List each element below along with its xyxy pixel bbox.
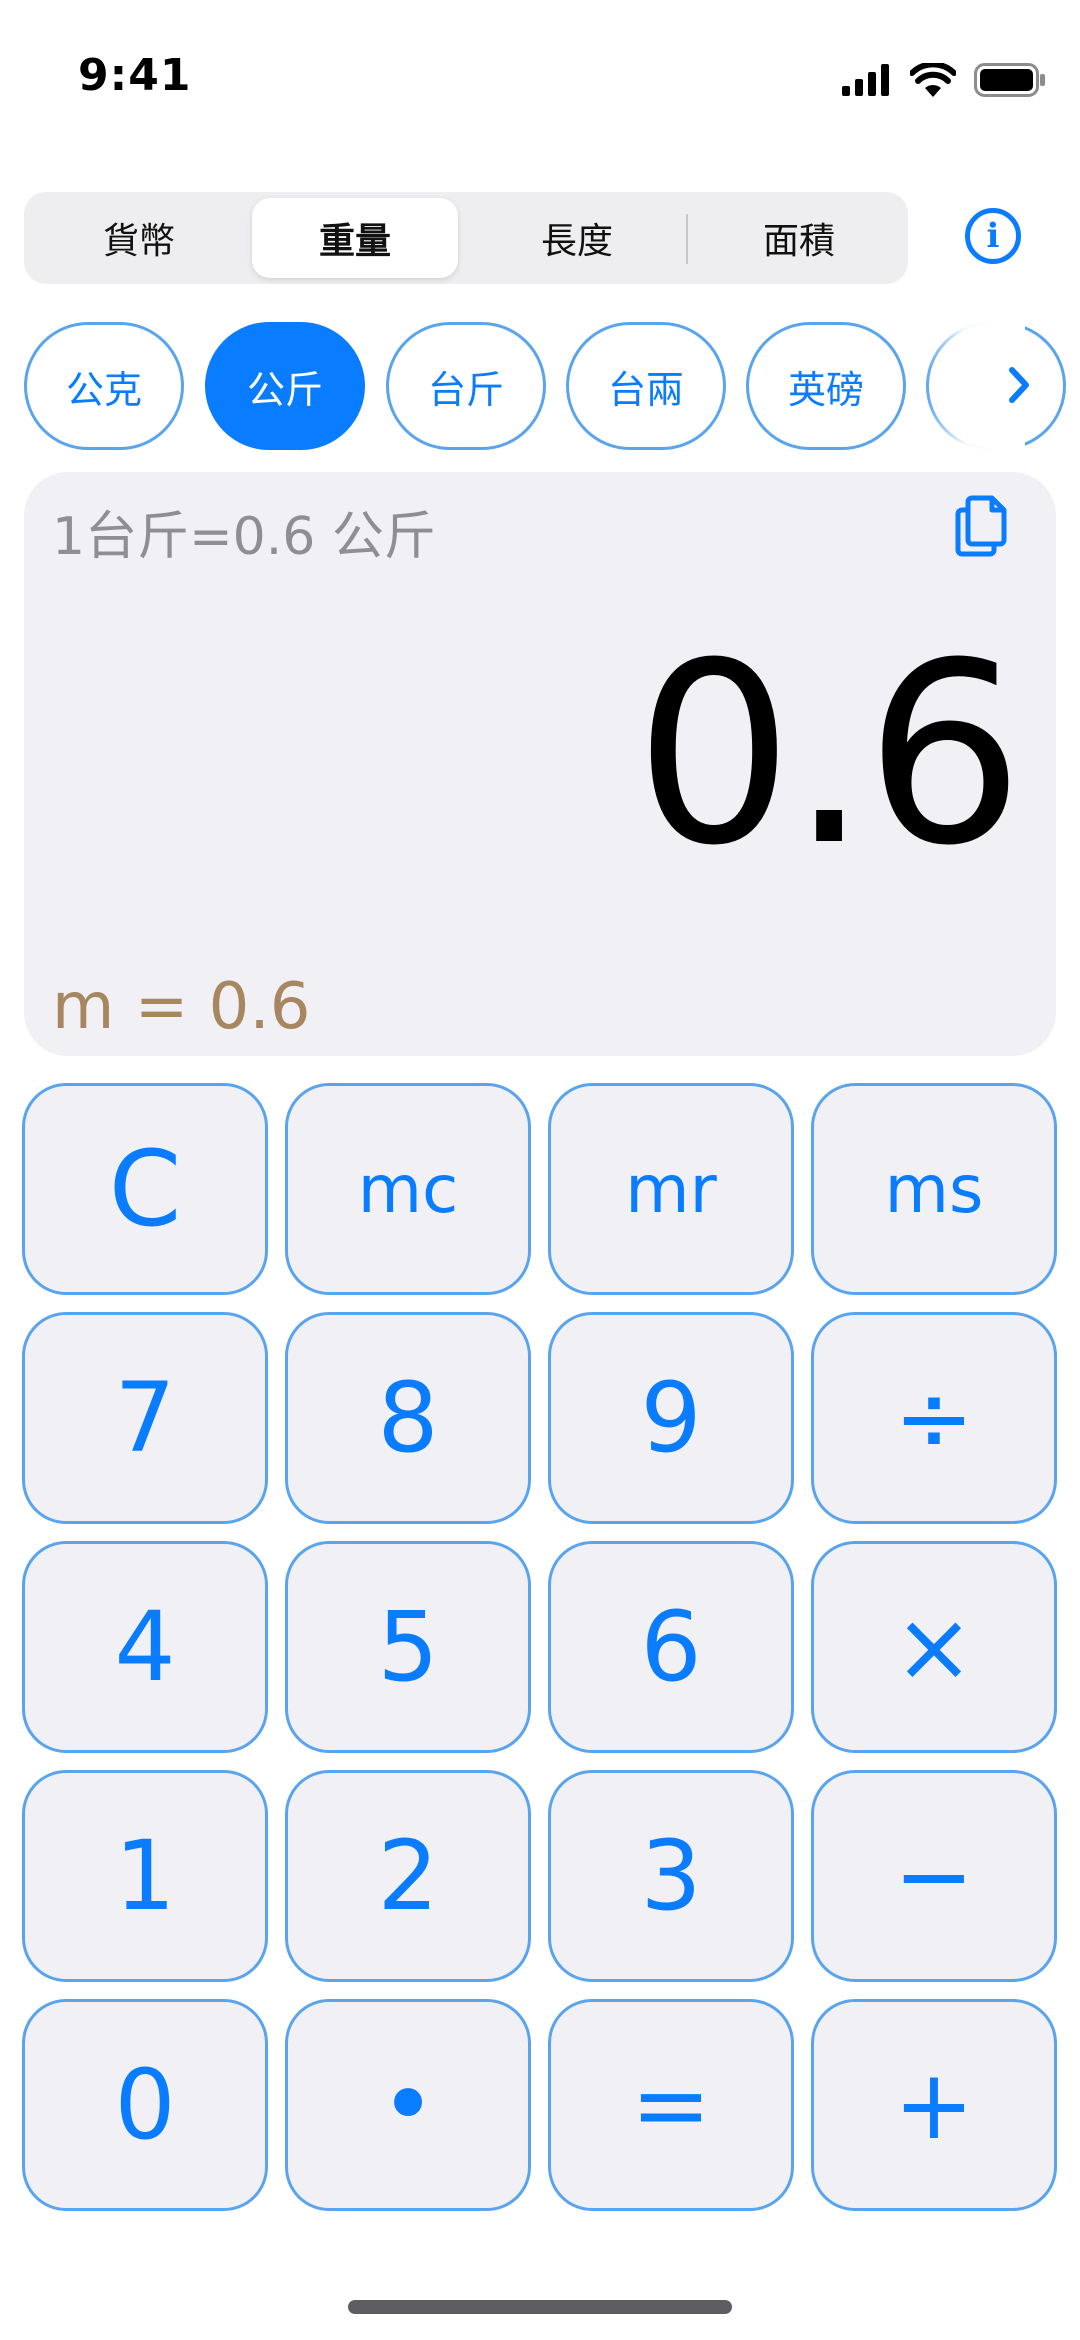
digit-7-button[interactable]: 7 xyxy=(22,1312,268,1524)
memory-value: m = 0.6 xyxy=(52,970,311,1044)
digit-1-button[interactable]: 1 xyxy=(22,1770,268,1982)
memory-store-button[interactable]: ms xyxy=(811,1083,1057,1295)
divide-button[interactable]: ÷ xyxy=(811,1312,1057,1524)
unit-chip-tael[interactable]: 台兩 xyxy=(566,322,726,450)
subtract-button[interactable]: − xyxy=(811,1770,1057,1982)
digit-9-button[interactable]: 9 xyxy=(548,1312,794,1524)
add-button[interactable]: + xyxy=(811,1999,1057,2211)
tab-currency[interactable]: 貨幣 xyxy=(36,198,242,278)
equals-button[interactable]: = xyxy=(548,1999,794,2211)
tab-area[interactable]: 面積 xyxy=(696,198,902,278)
digit-2-button[interactable]: 2 xyxy=(285,1770,531,1982)
wifi-icon xyxy=(910,63,956,97)
memory-clear-button[interactable]: mc xyxy=(285,1083,531,1295)
digit-5-button[interactable]: 5 xyxy=(285,1541,531,1753)
battery-icon xyxy=(974,63,1045,97)
digit-6-button[interactable]: 6 xyxy=(548,1541,794,1753)
decimal-point-button[interactable]: • xyxy=(285,1999,531,2211)
tab-length[interactable]: 長度 xyxy=(474,198,680,278)
status-icons xyxy=(842,58,1046,102)
tab-weight[interactable]: 重量 xyxy=(252,198,458,278)
digit-3-button[interactable]: 3 xyxy=(548,1770,794,1982)
clear-button[interactable]: C xyxy=(22,1083,268,1295)
conversion-rate-text: 1台斤=0.6 公斤 xyxy=(52,507,436,567)
unit-chip-gram[interactable]: 公克 xyxy=(24,322,184,450)
memory-recall-button[interactable]: mr xyxy=(548,1083,794,1295)
cellular-signal-icon xyxy=(842,64,889,96)
digit-0-button[interactable]: 0 xyxy=(22,1999,268,2211)
chevron-right-icon[interactable] xyxy=(1000,360,1040,410)
info-icon[interactable]: i xyxy=(965,208,1021,264)
digit-8-button[interactable]: 8 xyxy=(285,1312,531,1524)
digit-4-button[interactable]: 4 xyxy=(22,1541,268,1753)
result-value: 0.6 xyxy=(634,609,1024,900)
multiply-button[interactable]: × xyxy=(811,1541,1057,1753)
segment-divider xyxy=(686,214,688,264)
status-time: 9:41 xyxy=(78,50,192,101)
home-indicator[interactable] xyxy=(348,2300,732,2314)
category-segmented-control: 貨幣 重量 長度 面積 xyxy=(24,192,908,284)
unit-chip-kilogram[interactable]: 公斤 xyxy=(205,322,365,450)
unit-chip-catty[interactable]: 台斤 xyxy=(386,322,546,450)
unit-chip-pound[interactable]: 英磅 xyxy=(746,322,906,450)
copy-icon[interactable] xyxy=(952,494,1010,558)
